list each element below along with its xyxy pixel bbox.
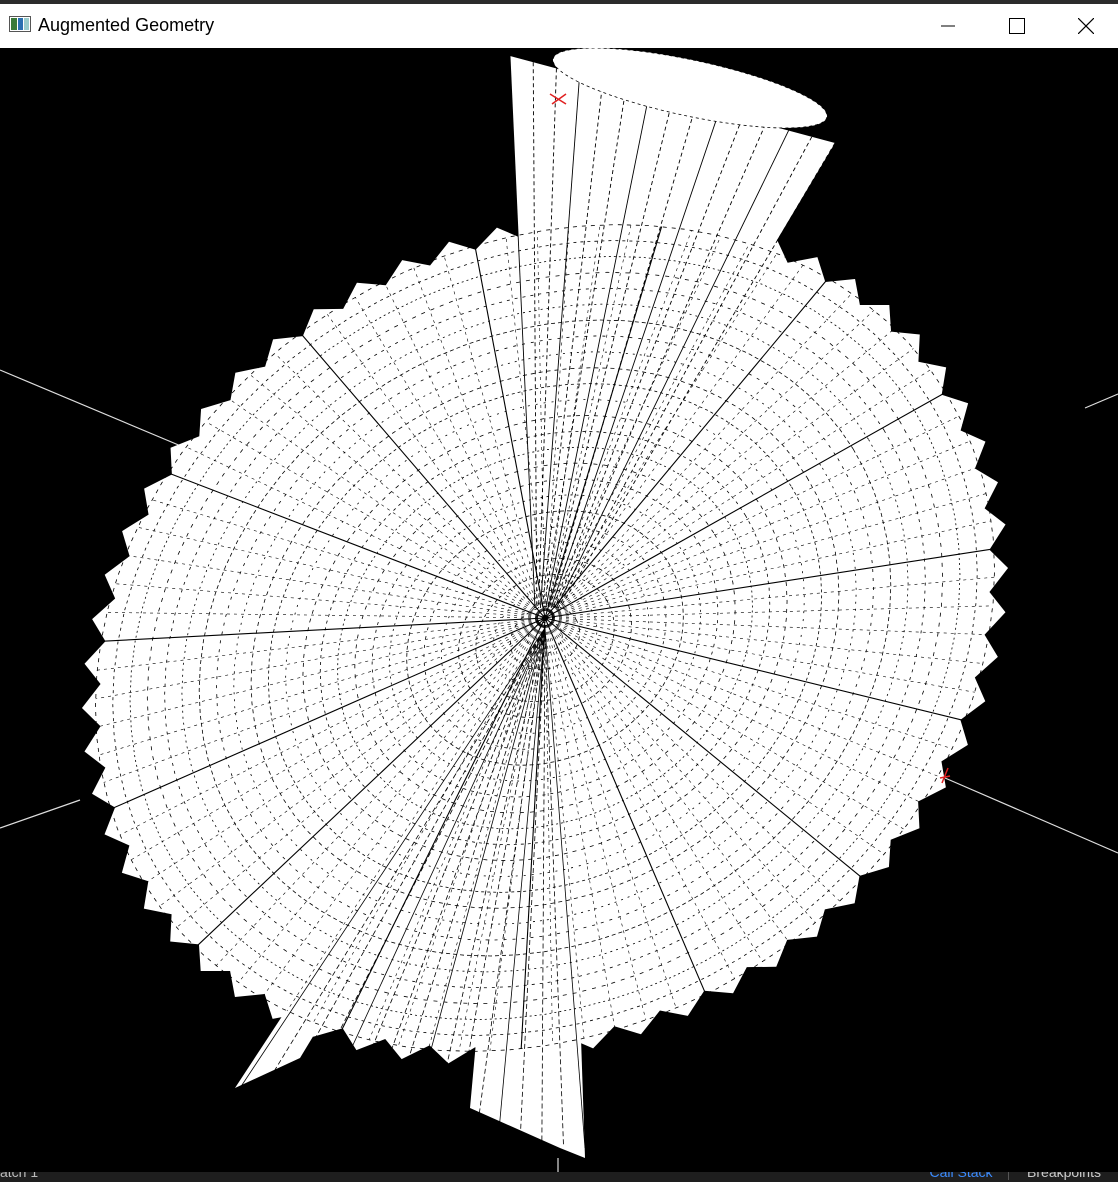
- minimize-button[interactable]: [913, 4, 983, 48]
- app-window: Augmented Geometry: [0, 4, 1118, 1172]
- tab-breakpoints[interactable]: Breakpoints: [1008, 1172, 1118, 1180]
- maximize-icon: [1009, 18, 1025, 34]
- axis-line: [944, 777, 1118, 854]
- title-bar[interactable]: Augmented Geometry: [0, 4, 1118, 48]
- geometry-canvas[interactable]: [0, 48, 1118, 1172]
- tab-call-stack[interactable]: Call Stack: [918, 1172, 1004, 1180]
- maximize-button[interactable]: [982, 4, 1052, 48]
- twisted-mesh: [81, 48, 1009, 1158]
- render-viewport[interactable]: [0, 48, 1118, 1172]
- app-icon: [9, 16, 31, 32]
- axis-line: [0, 369, 201, 455]
- axis-line: [0, 799, 81, 829]
- close-button[interactable]: [1051, 4, 1118, 48]
- close-icon: [1078, 18, 1094, 34]
- status-bar: atch 1 Call Stack Breakpoints: [0, 1172, 1118, 1182]
- window-title: Augmented Geometry: [38, 15, 215, 35]
- status-watch-label[interactable]: atch 1: [0, 1172, 38, 1180]
- axis-line: [1084, 393, 1118, 409]
- minimize-icon: [941, 25, 955, 27]
